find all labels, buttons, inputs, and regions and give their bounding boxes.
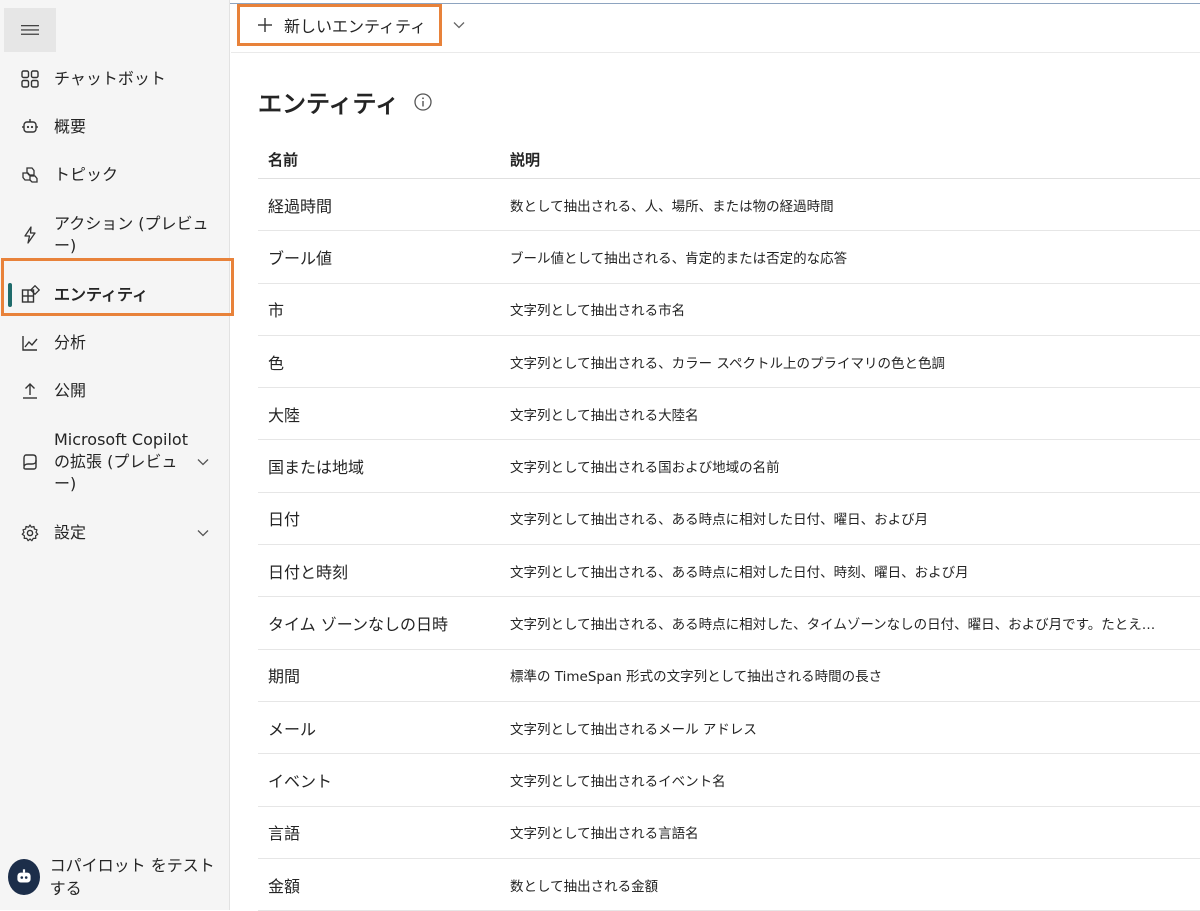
sidebar-item-settings[interactable]: 設定	[0, 509, 230, 557]
test-copilot-button[interactable]: コパイロット をテストする	[8, 854, 223, 900]
entity-description: 文字列として抽出される、ある時点に相対した、タイムゾーンなしの日付、曜日、および…	[510, 617, 1156, 634]
table-row[interactable]: 日付 文字列として抽出される、ある時点に相対した日付、曜日、および月	[258, 493, 1200, 546]
sidebar-item-label: 分析	[54, 333, 87, 352]
plus-icon	[258, 18, 272, 32]
entity-description: 文字列として抽出される言語名	[510, 826, 699, 843]
copilot-icon	[20, 452, 40, 472]
sidebar-item-label: チャットボット	[54, 69, 166, 88]
entity-description: 文字列として抽出される市名	[510, 303, 686, 320]
sidebar-item-label: トピック	[54, 165, 119, 184]
hamburger-icon	[21, 25, 39, 35]
chevron-down-icon[interactable]	[452, 18, 466, 32]
table-row[interactable]: 言語 文字列として抽出される言語名	[258, 807, 1200, 859]
bot-icon	[20, 117, 40, 137]
page-title: エンティティ	[258, 90, 400, 118]
table-row[interactable]: イベント 文字列として抽出されるイベント名	[258, 754, 1200, 807]
lightning-icon	[20, 225, 40, 245]
entity-description: 数として抽出される、人、場所、または物の経過時間	[510, 198, 834, 215]
gear-icon	[20, 523, 40, 543]
entity-description: 文字列として抽出される、ある時点に相対した日付、曜日、および月	[510, 512, 929, 529]
entity-description: 文字列として抽出されるメール アドレス	[510, 721, 757, 738]
table-row[interactable]: メール 文字列として抽出されるメール アドレス	[258, 702, 1200, 755]
table-row[interactable]: 経過時間 数として抽出される、人、場所、または物の経過時間	[258, 179, 1200, 232]
entity-name[interactable]: 言語	[258, 820, 510, 844]
cubes-icon	[20, 165, 40, 185]
entity-name[interactable]: 大陸	[258, 402, 510, 426]
upload-icon	[20, 381, 40, 401]
entity-description: 文字列として抽出される、カラー スペクトル上のプライマリの色と色調	[510, 355, 945, 372]
sidebar-item-topics[interactable]: トピック	[0, 151, 230, 199]
info-icon[interactable]	[413, 92, 433, 112]
bot-avatar-icon	[8, 859, 40, 895]
table-row[interactable]: 大陸 文字列として抽出される大陸名	[258, 388, 1200, 441]
sidebar-nav: チャットボット 概要 トピック アクション (プレビュー) エンティティ 分析 …	[0, 55, 230, 557]
sidebar-item-overview[interactable]: 概要	[0, 103, 230, 151]
new-entity-button[interactable]: 新しいエンティティ	[237, 4, 442, 46]
column-header-name[interactable]: 名前	[258, 149, 510, 170]
entity-name[interactable]: ブール値	[258, 245, 510, 269]
sidebar-item-label: アクション (プレビュー)	[54, 214, 209, 255]
sidebar-item-publish[interactable]: 公開	[0, 367, 230, 415]
test-copilot-label: コパイロット をテストする	[49, 856, 215, 898]
sidebar-item-actions[interactable]: アクション (プレビュー)	[0, 199, 230, 271]
entity-name[interactable]: 日付と時刻	[258, 559, 510, 583]
table-row[interactable]: 市文字列として抽出される市名	[258, 284, 1200, 336]
table-row[interactable]: 期間 標準の TimeSpan 形式の文字列として抽出される時間の長さ	[258, 650, 1200, 702]
table-row[interactable]: ブール値 ブール値として抽出される、肯定的または否定的な応答	[258, 231, 1200, 284]
sidebar-item-label: 概要	[54, 117, 87, 136]
table-row[interactable]: 国または地域 文字列として抽出される国および地域の名前	[258, 440, 1200, 493]
page-header: エンティティ	[258, 84, 433, 119]
entity-name[interactable]: 期間	[258, 663, 510, 687]
entity-name[interactable]: 市	[258, 297, 510, 321]
chevron-down-icon[interactable]	[196, 455, 210, 469]
command-bar: 新しいエンティティ	[231, 4, 1200, 53]
table-header: 名前 説明	[258, 140, 1200, 179]
entity-description: 文字列として抽出されるイベント名	[510, 773, 726, 790]
entity-name[interactable]: 国または地域	[258, 454, 510, 478]
hamburger-menu-button[interactable]	[4, 8, 56, 52]
entity-description: 文字列として抽出される大陸名	[510, 407, 699, 424]
entity-description: 標準の TimeSpan 形式の文字列として抽出される時間の長さ	[510, 669, 883, 686]
entity-name[interactable]: 経過時間	[258, 193, 510, 217]
entity-description: 文字列として抽出される、ある時点に相対した日付、時刻、曜日、および月	[510, 564, 969, 581]
entity-name[interactable]: タイム ゾーンなしの日時	[258, 611, 510, 635]
sidebar-item-copilot-extensions[interactable]: Microsoft Copilot の拡張 (プレビュー)	[0, 415, 230, 509]
entity-name[interactable]: イベント	[258, 768, 510, 792]
sidebar-item-label: 設定	[54, 523, 87, 542]
entity-icon	[20, 285, 40, 305]
chevron-down-icon[interactable]	[196, 526, 210, 540]
entities-table: 名前 説明 経過時間 数として抽出される、人、場所、または物の経過時間 ブール値ブ…	[258, 140, 1200, 911]
sidebar-item-label: 公開	[54, 381, 87, 400]
entity-name[interactable]: 日付	[258, 506, 510, 530]
new-entity-label: 新しいエンティティ	[284, 17, 427, 36]
grid-icon	[20, 69, 40, 89]
entity-description: ブール値として抽出される、肯定的または否定的な応答	[510, 250, 848, 267]
entity-name[interactable]: メール	[258, 716, 510, 740]
entity-name[interactable]: 色	[258, 350, 510, 374]
table-row[interactable]: タイム ゾーンなしの日時 文字列として抽出される、ある時点に相対した、タイムゾーン…	[258, 597, 1200, 650]
sidebar-item-chatbots[interactable]: チャットボット	[0, 55, 230, 103]
entity-name[interactable]: 金額	[258, 873, 510, 897]
table-row[interactable]: 金額 数として抽出される金額	[258, 859, 1200, 911]
sidebar-item-analytics[interactable]: 分析	[0, 319, 230, 367]
chart-icon	[20, 333, 40, 353]
table-row[interactable]: 日付と時刻 文字列として抽出される、ある時点に相対した日付、時刻、曜日、および月	[258, 545, 1200, 598]
sidebar-item-label: エンティティ	[54, 285, 149, 304]
sidebar-item-label: Microsoft Copilot の拡張 (プレビュー)	[54, 430, 188, 493]
sidebar-item-entities[interactable]: エンティティ	[0, 271, 230, 319]
table-row[interactable]: 色文字列として抽出される、カラー スペクトル上のプライマリの色と色調	[258, 336, 1200, 389]
column-header-description[interactable]: 説明	[510, 149, 1200, 170]
entity-description: 文字列として抽出される国および地域の名前	[510, 460, 780, 477]
sidebar: チャットボット 概要 トピック アクション (プレビュー) エンティティ 分析 …	[0, 0, 230, 910]
entity-description: 数として抽出される金額	[510, 878, 659, 895]
